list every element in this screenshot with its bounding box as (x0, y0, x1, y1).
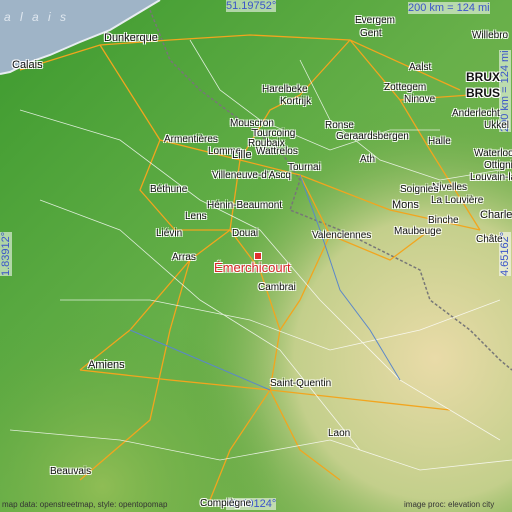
place-label: BRUS (466, 86, 501, 100)
coord-top: 51.19752° (226, 0, 277, 12)
place-label: Lille (232, 149, 252, 161)
place-label: Compiègne (200, 498, 252, 509)
place-label: Ninove (404, 94, 436, 105)
highlight-place-label: Émerchicourt (214, 260, 291, 275)
place-label: Laon (328, 428, 351, 439)
place-label: Aalst (409, 62, 432, 73)
place-label: Saint-Quentin (270, 378, 332, 389)
place-label: Wattrelos (256, 146, 298, 157)
coord-left: 1.83912° (0, 231, 12, 276)
place-label: Tournai (288, 162, 321, 173)
scale-label: 200 km = 124 mi (408, 2, 490, 14)
place-label: Soignies (400, 184, 439, 195)
place-label: Maubeuge (394, 226, 442, 237)
place-label: BRUX (466, 70, 501, 84)
place-label: Mons (392, 199, 419, 211)
place-label: Arras (172, 252, 196, 263)
place-label: Ronse (325, 120, 354, 131)
place-label: Gent (360, 28, 382, 39)
place-label: Geraardsbergen (336, 131, 409, 142)
place-label: Binche (428, 215, 459, 226)
place-label: Lens (185, 211, 207, 222)
place-label: Kortrijk (280, 96, 312, 107)
sea-label: a l a i s (4, 10, 70, 24)
place-label: Villeneuve-d'Ascq (212, 170, 291, 181)
place-label: Halle (428, 136, 451, 147)
place-label: Zottegem (384, 82, 427, 93)
credit-left: map data: openstreetmap, style: opentopo… (2, 500, 168, 509)
place-label: Douai (232, 228, 259, 239)
place-label: Evergem (355, 15, 396, 26)
place-label: Beauvais (50, 466, 92, 477)
credit-right: image proc: elevation city (404, 500, 495, 509)
place-label: Waterloo (474, 148, 512, 159)
place-label: La Louvière (431, 195, 484, 206)
location-marker[interactable] (254, 252, 262, 260)
place-label: Louvain-la (470, 172, 512, 183)
place-label: Calais (12, 59, 43, 71)
place-label: Béthune (150, 184, 188, 195)
place-label: Ottignies (484, 160, 512, 171)
place-label: Ath (360, 154, 376, 165)
place-label: Amiens (88, 359, 125, 371)
place-label: Anderlecht (452, 108, 500, 119)
place-label: Liévin (156, 228, 183, 239)
place-label: Dunkerque (104, 32, 158, 44)
place-label: Charle (480, 209, 512, 221)
place-label: Harelbeke (262, 84, 308, 95)
place-label: Hénin-Beaumont (207, 200, 283, 211)
place-label: Armentières (164, 134, 218, 145)
place-label: Ukkel (484, 120, 510, 131)
place-label: Châte (476, 234, 503, 245)
place-label: Valenciennes (312, 230, 372, 241)
place-label: Cambrai (258, 282, 296, 293)
place-label: Willebro (472, 30, 509, 41)
